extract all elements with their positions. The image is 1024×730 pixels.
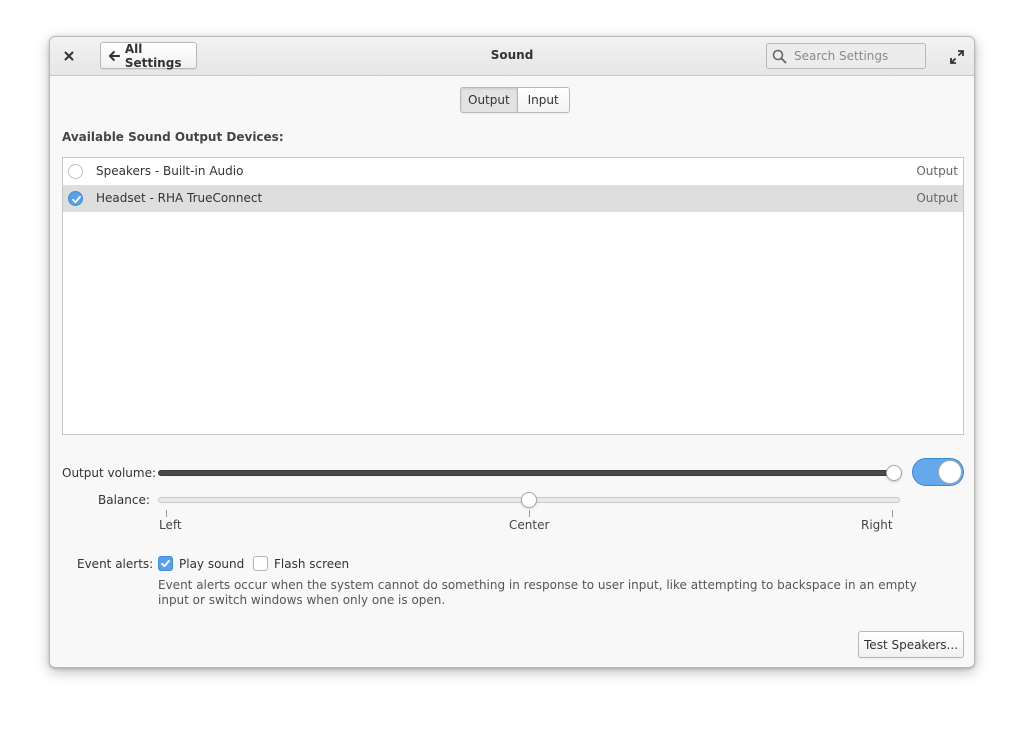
checkmark-icon: [161, 559, 170, 568]
maximize-icon: [950, 50, 964, 64]
device-row-headset[interactable]: Headset - RHA TrueConnect Output: [63, 185, 963, 212]
output-enabled-switch[interactable]: [912, 458, 964, 486]
maximize-button[interactable]: [947, 47, 967, 67]
event-alerts-label: Event alerts:: [77, 557, 154, 571]
device-radio-checked[interactable]: [68, 191, 83, 206]
balance-tick: [166, 510, 167, 517]
balance-slider[interactable]: [158, 492, 900, 508]
output-volume-slider[interactable]: [158, 465, 902, 481]
settings-window: All Settings Sound Output Input Availabl…: [49, 36, 975, 668]
flash-screen-checkbox[interactable]: [253, 556, 268, 571]
tab-input[interactable]: Input: [516, 88, 569, 112]
event-alerts-description: Event alerts occur when the system canno…: [158, 578, 917, 607]
balance-tick: [529, 510, 530, 517]
device-type: Output: [916, 164, 958, 178]
device-list: Speakers - Built-in Audio Output Headset…: [62, 157, 964, 435]
balance-handle[interactable]: [521, 492, 537, 508]
balance-mark-label: Center: [509, 518, 550, 532]
balance-tick: [892, 510, 893, 517]
balance-label: Balance:: [98, 493, 150, 507]
device-type: Output: [916, 191, 958, 205]
device-name: Headset - RHA TrueConnect: [96, 191, 263, 205]
device-row-speakers[interactable]: Speakers - Built-in Audio Output: [63, 158, 963, 185]
checkmark-icon: [72, 195, 81, 204]
tab-output[interactable]: Output: [461, 88, 517, 112]
switch-knob: [938, 460, 962, 484]
sound-content: Output Input Available Sound Output Devi…: [50, 77, 974, 667]
search-icon: [772, 49, 787, 63]
volume-trough: [158, 470, 902, 476]
test-speakers-button[interactable]: Test Speakers...: [858, 631, 964, 658]
output-input-switch: Output Input: [460, 87, 570, 113]
output-volume-label: Output volume:: [62, 466, 156, 480]
play-sound-label[interactable]: Play sound: [179, 557, 244, 571]
device-radio[interactable]: [68, 164, 83, 179]
play-sound-checkbox[interactable]: [158, 556, 173, 571]
flash-screen-label[interactable]: Flash screen: [274, 557, 349, 571]
volume-handle[interactable]: [886, 465, 902, 481]
titlebar: All Settings Sound: [50, 37, 974, 76]
balance-mark-label: Right: [861, 518, 893, 532]
search-field[interactable]: [766, 43, 926, 69]
devices-heading: Available Sound Output Devices:: [62, 130, 284, 144]
search-input[interactable]: [792, 48, 917, 64]
balance-mark-label: Left: [159, 518, 182, 532]
device-name: Speakers - Built-in Audio: [96, 164, 244, 178]
